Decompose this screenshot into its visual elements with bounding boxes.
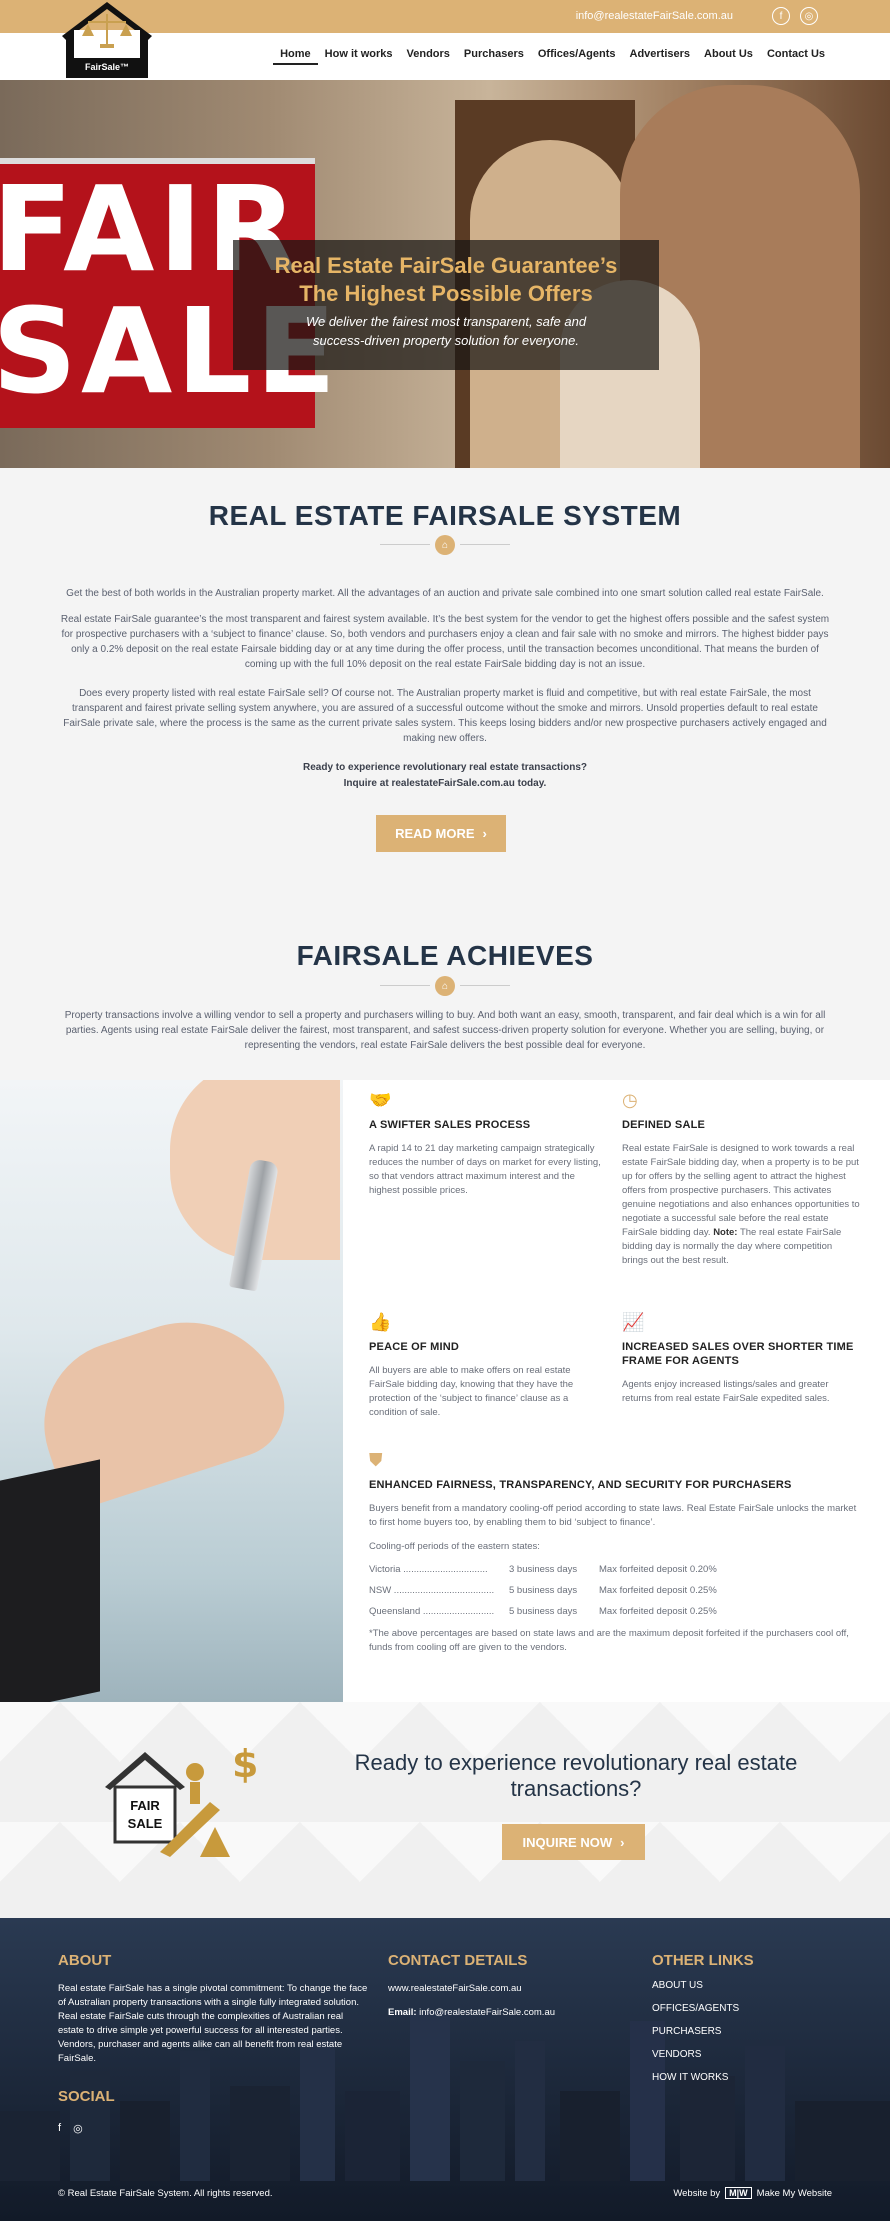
footer-links-title: OTHER LINKS: [652, 1952, 754, 1969]
feature-enhanced-fairness: ⛊ ENHANCED FAIRNESS, TRANSPARENCY, AND S…: [369, 1450, 859, 1655]
system-cta-line2: Inquire at realestateFairSale.com.au tod…: [343, 778, 547, 789]
footer-about-title: ABOUT: [58, 1952, 112, 1969]
site-footer: ABOUT Real estate FairSale has a single …: [0, 1918, 890, 2221]
footer-email: Email: info@realestateFairSale.com.au: [388, 2007, 556, 2018]
hero-subtitle-line2: success-driven property solution for eve…: [313, 333, 579, 348]
cooling-footnote: *The above percentages are based on stat…: [369, 1628, 849, 1653]
footer-link-offices-agents[interactable]: OFFICES/AGENTS: [652, 1997, 739, 2020]
feature-swifter-sales: 🤝 A SWIFTER SALES PROCESS A rapid 14 to …: [369, 1090, 605, 1198]
achieves-title: FAIRSALE ACHIEVES: [296, 940, 594, 971]
read-more-button[interactable]: READ MORE ›: [376, 815, 506, 852]
cooling-row-nsw: NSW ....................................…: [369, 1585, 717, 1596]
site-logo[interactable]: FairSale™: [60, 0, 154, 80]
nav-item-how-it-works[interactable]: How it works: [318, 48, 400, 65]
chevron-right-icon: ›: [620, 1834, 625, 1850]
footer-about-text: Real estate FairSale has a single pivota…: [58, 1983, 368, 2064]
chart-icon: 📈: [622, 1312, 645, 1332]
feature-desc: A rapid 14 to 21 day marketing campaign …: [369, 1143, 601, 1196]
footer-link-vendors[interactable]: VENDORS: [652, 2043, 739, 2066]
footer-link-how-it-works[interactable]: HOW IT WORKS: [652, 2066, 739, 2089]
keys-handover-image: [0, 1080, 343, 1702]
system-paragraph-2: Real estate FairSale guarantee’s the mos…: [60, 614, 830, 670]
inquire-now-button[interactable]: INQUIRE NOW ›: [502, 1824, 645, 1860]
house-icon: ⌂: [435, 535, 455, 555]
footer-credit[interactable]: Website by M|W Make My Website: [673, 2187, 832, 2199]
system-title: REAL ESTATE FAIRSALE SYSTEM: [208, 500, 682, 531]
feature-title: DEFINED SALE: [622, 1119, 706, 1131]
cta-section: FAIR SALE $ Ready to experience revoluti…: [0, 1702, 890, 1918]
house-icon: ⌂: [435, 976, 455, 996]
system-paragraph-3: Does every property listed with real est…: [63, 688, 827, 744]
cooling-row-victoria: Victoria ...............................…: [369, 1564, 717, 1575]
handshake-icon: 🤝: [369, 1090, 392, 1110]
hero-caption: Real Estate FairSale Guarantee’s The Hig…: [233, 240, 659, 370]
svg-text:$: $: [232, 1742, 258, 1786]
achieves-intro: Property transactions involve a willing …: [64, 1010, 826, 1051]
hero-title-line2: The Highest Possible Offers: [299, 281, 593, 306]
feature-desc: All buyers are able to make offers on re…: [369, 1365, 574, 1418]
footer-email-link[interactable]: info@realestateFairSale.com.au: [419, 2007, 555, 2018]
features-section: 🤝 A SWIFTER SALES PROCESS A rapid 14 to …: [0, 1080, 890, 1702]
nav-item-offices-agents[interactable]: Offices/Agents: [531, 48, 623, 65]
inquire-now-label: INQUIRE NOW: [522, 1834, 613, 1850]
clock-icon: ◷: [622, 1090, 638, 1110]
cooling-row-queensland: Queensland ........................... 5…: [369, 1606, 717, 1617]
feature-desc: Real estate FairSale is designed to work…: [622, 1143, 860, 1266]
nav-item-contact-us[interactable]: Contact Us: [760, 48, 832, 65]
logo-text: FairSale™: [85, 62, 129, 72]
feature-increased-sales: 📈 INCREASED SALES OVER SHORTER TIME FRAM…: [622, 1312, 860, 1406]
mmw-logo-icon: M|W: [725, 2187, 752, 2199]
footer-copyright: © Real Estate FairSale System. All right…: [58, 2188, 273, 2199]
nav-item-home[interactable]: Home: [273, 48, 318, 65]
feature-defined-sale: ◷ DEFINED SALE Real estate FairSale is d…: [622, 1090, 860, 1268]
footer-website-link[interactable]: www.realestateFairSale.com.au: [388, 1982, 522, 1996]
feature-title: PEACE OF MIND: [369, 1341, 459, 1353]
system-cta-line1: Ready to experience revolutionary real e…: [303, 762, 587, 773]
instagram-icon[interactable]: ◎: [800, 7, 818, 25]
nav-item-purchasers[interactable]: Purchasers: [457, 48, 531, 65]
nav-item-vendors[interactable]: Vendors: [400, 48, 457, 65]
chevron-right-icon: ›: [482, 826, 487, 841]
hero-subtitle-line1: We deliver the fairest most transparent,…: [305, 314, 587, 329]
footer-link-purchasers[interactable]: PURCHASERS: [652, 2020, 739, 2043]
topbar-social: f ◎: [772, 7, 818, 25]
shield-icon: ⛊: [369, 1450, 383, 1470]
hero-title-line1: Real Estate FairSale Guarantee’s: [274, 253, 618, 278]
footer-link-about-us[interactable]: ABOUT US: [652, 1974, 739, 1997]
topbar-email-link[interactable]: info@realestateFairSale.com.au: [576, 10, 733, 22]
nav-item-about-us[interactable]: About Us: [697, 48, 760, 65]
feature-peace-of-mind: 👍 PEACE OF MIND All buyers are able to m…: [369, 1312, 605, 1420]
footer-contact-title: CONTACT DETAILS: [388, 1952, 528, 1969]
feature-title: INCREASED SALES OVER SHORTER TIME FRAME …: [622, 1341, 854, 1367]
feature-title: A SWIFTER SALES PROCESS: [369, 1119, 531, 1131]
system-paragraph-1: Get the best of both worlds in the Austr…: [66, 588, 824, 599]
achieves-divider: ⌂: [380, 976, 510, 996]
system-divider: ⌂: [380, 535, 510, 555]
facebook-icon[interactable]: f: [58, 2122, 61, 2135]
svg-text:FAIR: FAIR: [130, 1798, 160, 1813]
feature-title: ENHANCED FAIRNESS, TRANSPARENCY, AND SEC…: [369, 1479, 792, 1491]
cooling-off-label: Cooling-off periods of the eastern state…: [369, 1541, 540, 1552]
facebook-icon[interactable]: f: [772, 7, 790, 25]
cta-text: Ready to experience revolutionary real e…: [354, 1750, 798, 1801]
nav-item-advertisers[interactable]: Advertisers: [623, 48, 698, 65]
main-nav: Home How it works Vendors Purchasers Off…: [273, 48, 832, 65]
svg-text:SALE: SALE: [128, 1816, 163, 1831]
thumbs-up-icon: 👍: [369, 1312, 392, 1332]
feature-desc: Agents enjoy increased listings/sales an…: [622, 1379, 830, 1404]
hero-banner: FAIR SALE Real Estate FairSale Guarantee…: [0, 80, 890, 468]
footer-social-title: SOCIAL: [58, 2088, 115, 2105]
fairsale-scale-illustration: FAIR SALE $: [105, 1742, 258, 1857]
footer-links: ABOUT US OFFICES/AGENTS PURCHASERS VENDO…: [652, 1974, 739, 2089]
read-more-label: READ MORE: [395, 826, 475, 841]
footer-social-icons: f ◎: [58, 2122, 83, 2135]
instagram-icon[interactable]: ◎: [73, 2122, 83, 2135]
feature-desc: Buyers benefit from a mandatory cooling-…: [369, 1503, 857, 1528]
